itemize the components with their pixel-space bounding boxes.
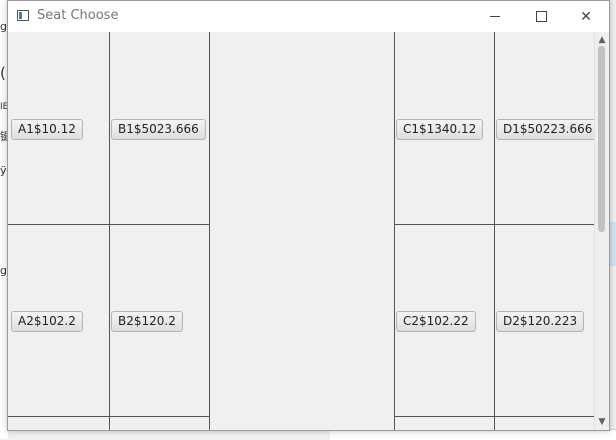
seat-button-c1[interactable]: C1$1340.12: [396, 119, 484, 140]
title-bar[interactable]: Seat Choose ✕: [8, 1, 609, 32]
seat-button-b1[interactable]: B1$5023.666: [111, 119, 206, 140]
seat-grid: A1$10.12 B1$5023.666 C1$1340.12 D1$50223…: [8, 32, 609, 430]
app-icon: [17, 10, 29, 21]
grid-line: [394, 32, 395, 430]
window-title: Seat Choose: [37, 8, 119, 23]
grid-line: [209, 32, 210, 430]
grid-line: [8, 224, 209, 225]
scroll-up-icon[interactable]: ▲: [597, 35, 607, 45]
vertical-scrollbar[interactable]: ▲ ▼: [594, 32, 609, 430]
close-icon: ✕: [580, 8, 592, 25]
maximize-icon: [535, 11, 547, 22]
seat-button-b2[interactable]: B2$120.2: [111, 311, 183, 332]
seat-button-d2[interactable]: D2$120.223: [496, 311, 585, 332]
scrollbar-thumb[interactable]: [598, 46, 605, 232]
grid-line: [394, 416, 594, 417]
close-button[interactable]: ✕: [563, 1, 609, 32]
seat-button-d1[interactable]: D1$50223.666: [496, 119, 600, 140]
grid-line: [394, 224, 594, 225]
scroll-down-icon[interactable]: ▼: [597, 417, 607, 427]
grid-line: [109, 32, 110, 430]
seat-button-a1[interactable]: A1$10.12: [11, 119, 83, 140]
seat-button-c2[interactable]: C2$102.22: [396, 311, 476, 332]
maximize-button[interactable]: [518, 1, 564, 32]
grid-line: [8, 416, 209, 417]
minimize-icon: [490, 16, 500, 17]
grid-line: [494, 32, 495, 430]
minimize-button[interactable]: [472, 1, 518, 32]
seat-button-a2[interactable]: A2$102.2: [11, 311, 83, 332]
seat-choose-window: Seat Choose ✕ A1$10.12 B1$5023.666 C1$13…: [7, 0, 610, 431]
